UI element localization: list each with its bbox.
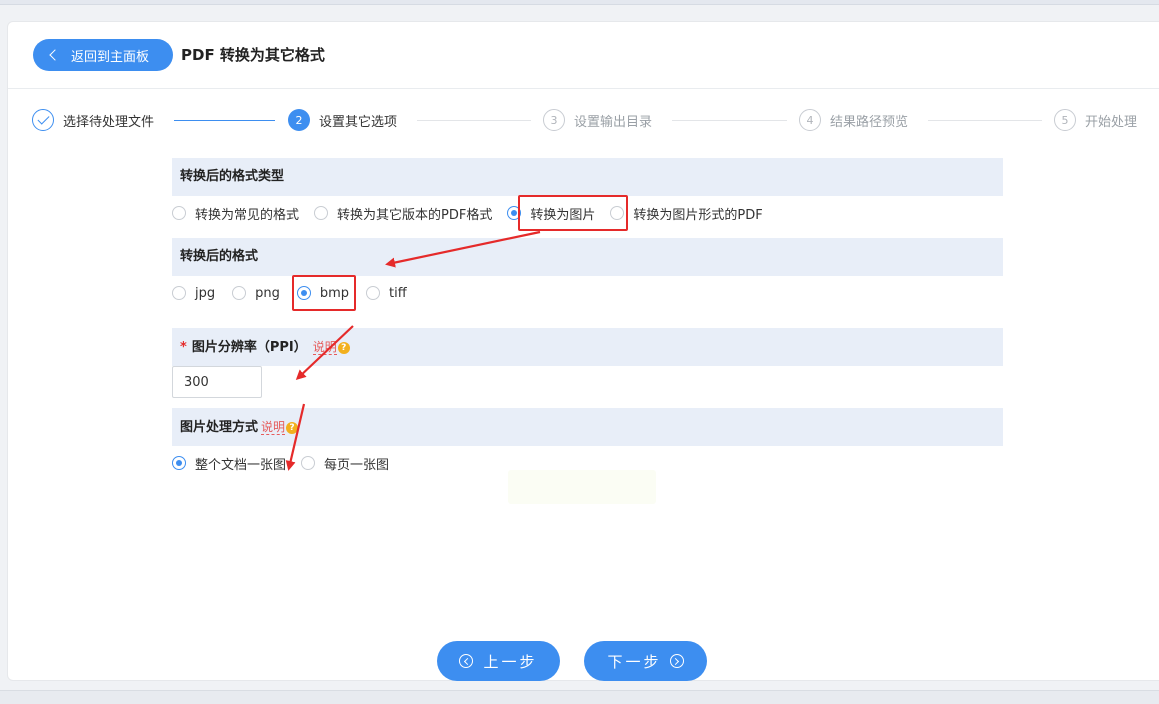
format-type-options: 转换为常见的格式 转换为其它版本的PDF格式 转换为图片 转换为图片形式的PDF [172, 201, 778, 225]
radio-whole-doc-one-image[interactable]: 整个文档一张图 [172, 454, 286, 473]
back-button-label: 返回到主面板 [71, 49, 150, 65]
chevron-left-icon [49, 49, 61, 61]
step-4-number: 4 [799, 109, 821, 131]
arrow-right-circle-icon [669, 654, 684, 668]
step-1-check-icon [32, 109, 54, 131]
question-icon[interactable]: ? [337, 341, 350, 354]
step-2: 2 设置其它选项 [288, 109, 397, 131]
bottom-edge [0, 690, 1159, 704]
output-format-options: jpg png bmp tiff [172, 281, 422, 305]
question-icon[interactable]: ? [286, 421, 299, 434]
arrow-left-circle-icon [459, 654, 474, 668]
page-title: PDF 转换为其它格式 [181, 46, 325, 64]
step-2-label: 设置其它选项 [319, 114, 398, 130]
resolution-input[interactable] [172, 366, 262, 398]
step-connector-3 [672, 120, 787, 121]
faint-watermark [508, 470, 656, 504]
back-to-dashboard-button[interactable]: 返回到主面板 [33, 39, 173, 71]
step-connector-1 [174, 120, 275, 121]
image-mode-heading-text: 图片处理方式 [180, 420, 259, 435]
next-step-label: 下一步 [607, 652, 662, 671]
next-step-button[interactable]: 下一步 [584, 641, 707, 681]
resolution-heading-text: 图片分辨率（PPI） [191, 340, 307, 355]
previous-step-button[interactable]: 上一步 [437, 641, 560, 681]
radio-one-image-per-page[interactable]: 每页一张图 [301, 454, 389, 473]
radio-jpg[interactable]: jpg [172, 286, 215, 301]
radio-png[interactable]: png [232, 286, 280, 301]
panel-header: 返回到主面板 PDF 转换为其它格式 [8, 22, 1159, 89]
step-4-label: 结果路径预览 [830, 114, 909, 130]
radio-to-image-pdf[interactable]: 转换为图片形式的PDF [610, 204, 763, 223]
radio-tiff[interactable]: tiff [366, 286, 407, 301]
step-3-label: 设置输出目录 [574, 114, 653, 130]
radio-other-pdf-version[interactable]: 转换为其它版本的PDF格式 [314, 204, 492, 223]
previous-step-label: 上一步 [483, 652, 538, 671]
step-5-label: 开始处理 [1085, 114, 1138, 130]
resolution-heading: * 图片分辨率（PPI） 说明? [172, 328, 1003, 366]
resolution-explain-link[interactable]: 说明 [312, 340, 337, 355]
output-format-heading: 转换后的格式 [172, 238, 1003, 276]
step-connector-4 [928, 120, 1042, 121]
step-5: 5 开始处理 [1054, 109, 1137, 131]
step-4: 4 结果路径预览 [799, 109, 908, 131]
step-2-number: 2 [288, 109, 310, 131]
radio-common-format[interactable]: 转换为常见的格式 [172, 204, 299, 223]
top-edge [0, 0, 1159, 5]
image-mode-explain-link[interactable]: 说明 [261, 420, 286, 435]
required-mark: * [180, 340, 187, 355]
image-mode-options: 整个文档一张图 每页一张图 [172, 451, 404, 475]
format-type-heading: 转换后的格式类型 [172, 158, 1003, 196]
radio-bmp[interactable]: bmp [296, 286, 349, 301]
wizard-steps: 选择待处理文件 2 设置其它选项 3 设置输出目录 4 结果路径预览 5 开始处… [32, 109, 1159, 139]
step-connector-2 [417, 120, 531, 121]
step-3: 3 设置输出目录 [543, 109, 652, 131]
step-1-label: 选择待处理文件 [63, 114, 155, 130]
step-5-number: 5 [1054, 109, 1076, 131]
step-1: 选择待处理文件 [32, 109, 154, 131]
image-mode-heading: 图片处理方式 说明? [172, 408, 1003, 446]
step-3-number: 3 [543, 109, 565, 131]
radio-to-image[interactable]: 转换为图片 [507, 204, 595, 223]
main-panel: 返回到主面板 PDF 转换为其它格式 选择待处理文件 2 设置其它选项 3 设置… [7, 21, 1159, 681]
